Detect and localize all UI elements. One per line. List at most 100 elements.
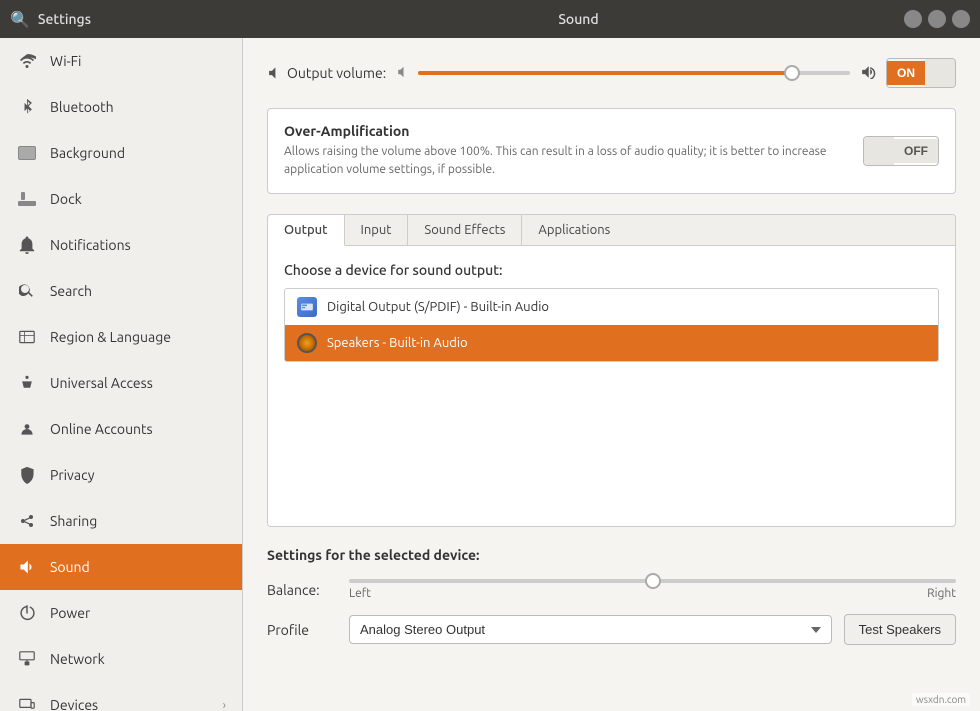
device-item-speakers[interactable]: Speakers - Built-in Audio — [285, 325, 938, 361]
sidebar-item-online[interactable]: Online Accounts — [0, 406, 242, 452]
over-amp-title: Over-Amplification — [284, 123, 847, 139]
device-list-label: Choose a device for sound output: — [284, 262, 939, 278]
volume-label: Output volume: — [267, 65, 386, 81]
sidebar-label-power: Power — [50, 605, 226, 621]
sidebar-label-notifications: Notifications — [50, 237, 226, 253]
volume-slider[interactable] — [418, 71, 850, 75]
profile-label: Profile — [267, 622, 337, 638]
sidebar-item-notifications[interactable]: Notifications — [0, 222, 242, 268]
sidebar-item-bluetooth[interactable]: Bluetooth — [0, 84, 242, 130]
sidebar-item-sharing[interactable]: Sharing — [0, 498, 242, 544]
speakers-label: Speakers - Built-in Audio — [327, 336, 468, 350]
sidebar-item-search[interactable]: Search — [0, 268, 242, 314]
volume-slider-container — [418, 63, 850, 83]
main-content: Wi-Fi Bluetooth Background Dock Notifica… — [0, 38, 980, 711]
tab-applications[interactable]: Applications — [522, 215, 626, 245]
balance-right-label: Right — [927, 587, 956, 600]
over-amplification-box: Over-Amplification Allows raising the vo… — [267, 108, 956, 194]
device-item-digital[interactable]: Digital Output (S/PDIF) - Built-in Audio — [285, 289, 938, 325]
close-button[interactable] — [952, 10, 970, 28]
tabs-container: Output Input Sound Effects Applications … — [267, 214, 956, 527]
sidebar-label-bluetooth: Bluetooth — [50, 99, 226, 115]
tabs-header: Output Input Sound Effects Applications — [268, 215, 955, 246]
test-speakers-button[interactable]: Test Speakers — [844, 614, 956, 645]
sidebar-item-devices[interactable]: Devices › — [0, 682, 242, 711]
titlebar: 🔍 Settings Sound — [0, 0, 980, 38]
sidebar-label-wifi: Wi-Fi — [50, 53, 226, 69]
sidebar-item-universal[interactable]: Universal Access — [0, 360, 242, 406]
sidebar-item-sound[interactable]: Sound — [0, 544, 242, 590]
sidebar-label-sharing: Sharing — [50, 513, 226, 529]
watermark: wsxdn.com — [912, 693, 970, 706]
sidebar-label-online: Online Accounts — [50, 421, 226, 437]
settings-section: Settings for the selected device: Balanc… — [267, 547, 956, 645]
devices-chevron-icon: › — [223, 699, 226, 711]
digital-output-label: Digital Output (S/PDIF) - Built-in Audio — [327, 300, 549, 314]
content-area: Output volume: ON Over-Amplification All… — [243, 38, 980, 711]
over-amp-description: Allows raising the volume above 100%. Th… — [284, 143, 847, 179]
sidebar-item-wifi[interactable]: Wi-Fi — [0, 38, 242, 84]
balance-label: Balance: — [267, 582, 337, 598]
sidebar-item-power[interactable]: Power — [0, 590, 242, 636]
titlebar-settings-label: Settings — [38, 11, 91, 27]
sound-icon — [16, 556, 38, 578]
titlebar-sound-label: Sound — [253, 11, 904, 27]
profile-row: Profile Analog Stereo Output Analog Ster… — [267, 614, 956, 645]
device-list: Digital Output (S/PDIF) - Built-in Audio… — [284, 288, 939, 362]
sidebar-item-region[interactable]: Region & Language — [0, 314, 242, 360]
minimize-button[interactable] — [904, 10, 922, 28]
balance-left-label: Left — [349, 587, 371, 600]
balance-slider-container: Left Right — [349, 579, 956, 600]
volume-high-icon — [860, 65, 876, 82]
sidebar-item-dock[interactable]: Dock — [0, 176, 242, 222]
volume-toggle[interactable]: ON — [886, 58, 956, 88]
window-controls — [904, 10, 970, 28]
power-icon — [16, 602, 38, 624]
sidebar-label-background: Background — [50, 145, 226, 161]
sidebar-label-dock: Dock — [50, 191, 226, 207]
sidebar-label-search: Search — [50, 283, 226, 299]
sidebar-item-background[interactable]: Background — [0, 130, 242, 176]
over-amp-toggle[interactable]: OFF — [863, 136, 939, 166]
volume-low-icon — [396, 66, 408, 81]
notifications-icon — [16, 234, 38, 256]
region-icon — [16, 326, 38, 348]
sidebar-item-network[interactable]: Network — [0, 636, 242, 682]
search-sidebar-icon — [16, 280, 38, 302]
dock-icon — [16, 188, 38, 210]
toggle-off-button[interactable]: OFF — [894, 139, 938, 163]
sidebar-item-privacy[interactable]: Privacy — [0, 452, 242, 498]
sidebar-label-universal: Universal Access — [50, 375, 226, 391]
balance-slider[interactable] — [349, 579, 956, 583]
balance-row: Balance: Left Right — [267, 579, 956, 600]
over-amp-text: Over-Amplification Allows raising the vo… — [284, 123, 847, 179]
universal-icon — [16, 372, 38, 394]
sidebar-label-sound: Sound — [50, 559, 226, 575]
settings-title: Settings for the selected device: — [267, 547, 956, 563]
search-icon: 🔍 — [10, 10, 30, 29]
volume-row: Output volume: ON — [267, 58, 956, 88]
devices-icon — [16, 694, 38, 711]
online-icon — [16, 418, 38, 440]
sidebar-label-region: Region & Language — [50, 329, 226, 345]
tab-sound-effects[interactable]: Sound Effects — [408, 215, 522, 245]
bluetooth-icon — [16, 96, 38, 118]
tab-output[interactable]: Output — [268, 215, 345, 246]
speaker-icon — [297, 333, 317, 353]
digital-output-icon — [297, 297, 317, 317]
background-icon — [16, 142, 38, 164]
tab-input[interactable]: Input — [345, 215, 409, 245]
maximize-button[interactable] — [928, 10, 946, 28]
sidebar-label-network: Network — [50, 651, 226, 667]
privacy-icon — [16, 464, 38, 486]
sidebar-label-privacy: Privacy — [50, 467, 226, 483]
toggle-on-side — [864, 137, 894, 165]
sharing-icon — [16, 510, 38, 532]
balance-labels: Left Right — [349, 587, 956, 600]
tabs-body: Choose a device for sound output: Digita… — [268, 246, 955, 526]
toggle-off-side — [925, 59, 955, 87]
profile-select[interactable]: Analog Stereo Output Analog Stereo Input… — [349, 615, 832, 644]
sidebar: Wi-Fi Bluetooth Background Dock Notifica… — [0, 38, 243, 711]
network-icon — [16, 648, 38, 670]
toggle-on-button[interactable]: ON — [887, 61, 925, 85]
